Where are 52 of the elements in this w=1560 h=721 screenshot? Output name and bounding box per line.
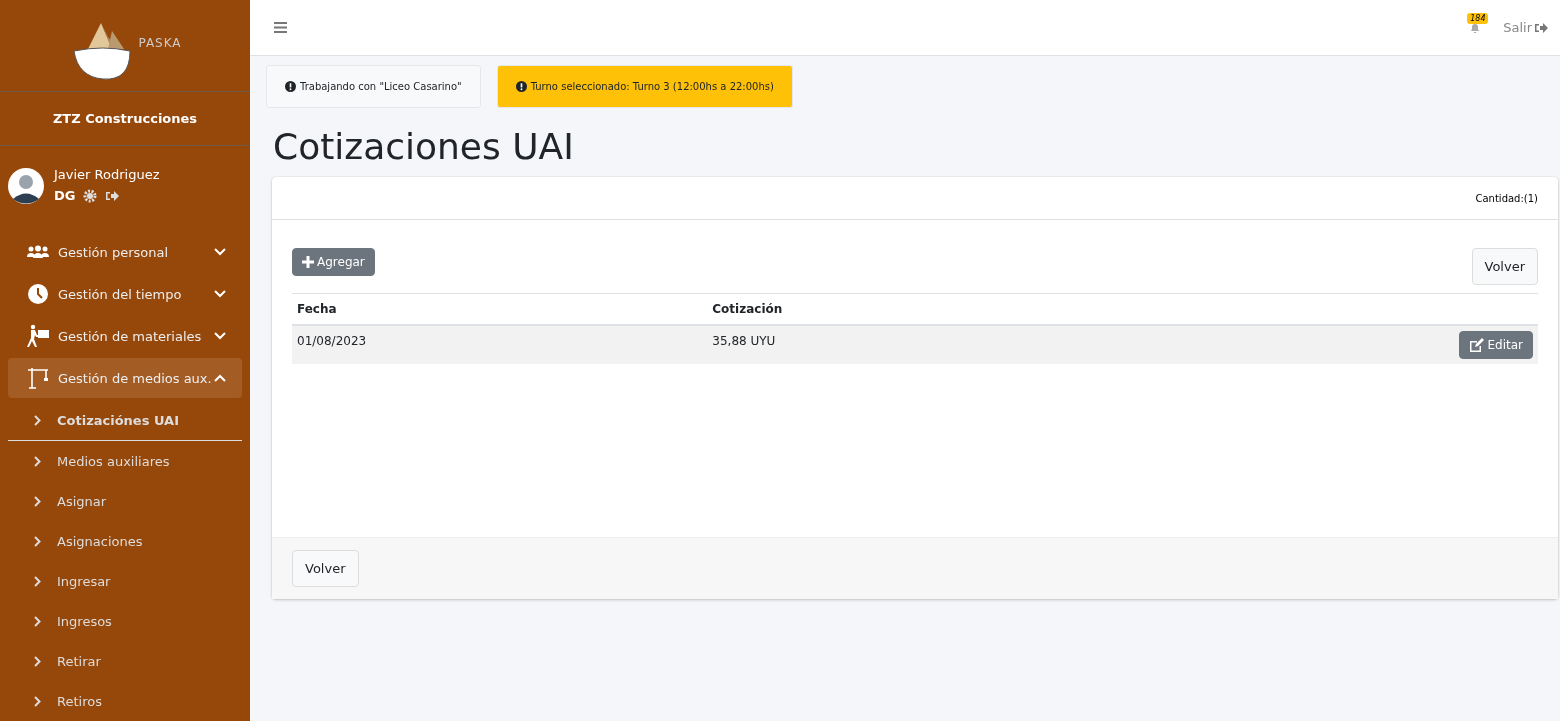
user-name: Javier Rodriguez xyxy=(54,167,160,182)
edit-icon xyxy=(1469,338,1485,352)
submenu-item[interactable]: Asignaciones xyxy=(8,521,242,561)
table-cell: 35,88 UYU xyxy=(707,325,1123,364)
clock-icon xyxy=(27,283,49,305)
logo-text: PASKA xyxy=(138,35,182,50)
chevron-right-icon xyxy=(34,695,41,707)
count-label: Cantidad:(1) xyxy=(1475,192,1538,204)
page-title: Cotizaciones UAI xyxy=(273,126,575,167)
chevron-right-icon xyxy=(34,575,41,587)
logout-link[interactable]: Salir xyxy=(1503,20,1548,35)
exclamation-icon xyxy=(285,81,296,92)
menu-item[interactable]: Gestión de materiales xyxy=(8,316,242,356)
table-cell: 01/08/2023 xyxy=(292,325,708,364)
submenu-item[interactable]: Retirar xyxy=(8,641,242,681)
chevron-right-icon xyxy=(34,455,41,467)
submenu-item[interactable]: Medios auxiliares xyxy=(8,441,242,481)
menu-item[interactable]: Gestión personal xyxy=(8,232,242,272)
chevron-right-icon xyxy=(34,535,41,547)
avatar-silhouette xyxy=(8,168,44,204)
add-button[interactable]: Agregar xyxy=(292,248,375,276)
logout-icon[interactable] xyxy=(105,189,120,202)
crane-icon xyxy=(26,366,50,390)
chevron-right-icon xyxy=(34,655,41,667)
plus-icon xyxy=(302,256,314,268)
notification-badge: 184 xyxy=(1467,12,1489,24)
alert-text: Turno seleccionado: Turno 3 (12:00hs a 22:00hs) xyxy=(530,81,774,92)
chevron-up-icon xyxy=(214,374,226,382)
back-button[interactable]: Volver xyxy=(1471,248,1538,285)
chevron-right-icon xyxy=(34,615,41,627)
submenu-item[interactable]: Cotizaciónes UAI xyxy=(8,400,242,441)
chevron-right-icon xyxy=(34,414,41,426)
submenu-item[interactable]: Asignar xyxy=(8,481,242,521)
back-button[interactable]: Volver xyxy=(292,550,359,587)
alert-text: Trabajando con "Liceo Casarino" xyxy=(300,81,462,92)
chevron-right-icon xyxy=(34,495,41,507)
menu-item[interactable]: Gestión del tiempo xyxy=(8,274,242,314)
chevron-down-icon xyxy=(214,248,226,256)
exclamation-icon xyxy=(515,81,527,92)
submenu-item[interactable]: Retiros xyxy=(8,681,242,721)
people-icon xyxy=(27,245,49,259)
edit-button[interactable]: Editar xyxy=(1459,331,1533,359)
logout-icon xyxy=(1534,21,1548,34)
chevron-down-icon xyxy=(214,332,226,340)
chevron-down-icon xyxy=(214,290,226,298)
settings-icon[interactable] xyxy=(83,188,98,203)
user-role: DG xyxy=(54,188,76,203)
menu-item[interactable]: Gestión de medios aux. xyxy=(8,358,242,398)
submenu-item[interactable]: Ingresar xyxy=(8,561,242,601)
menu-icon[interactable] xyxy=(274,22,287,33)
submenu-item[interactable]: Ingresos xyxy=(8,601,242,641)
person-carrying-box-icon xyxy=(26,324,50,348)
